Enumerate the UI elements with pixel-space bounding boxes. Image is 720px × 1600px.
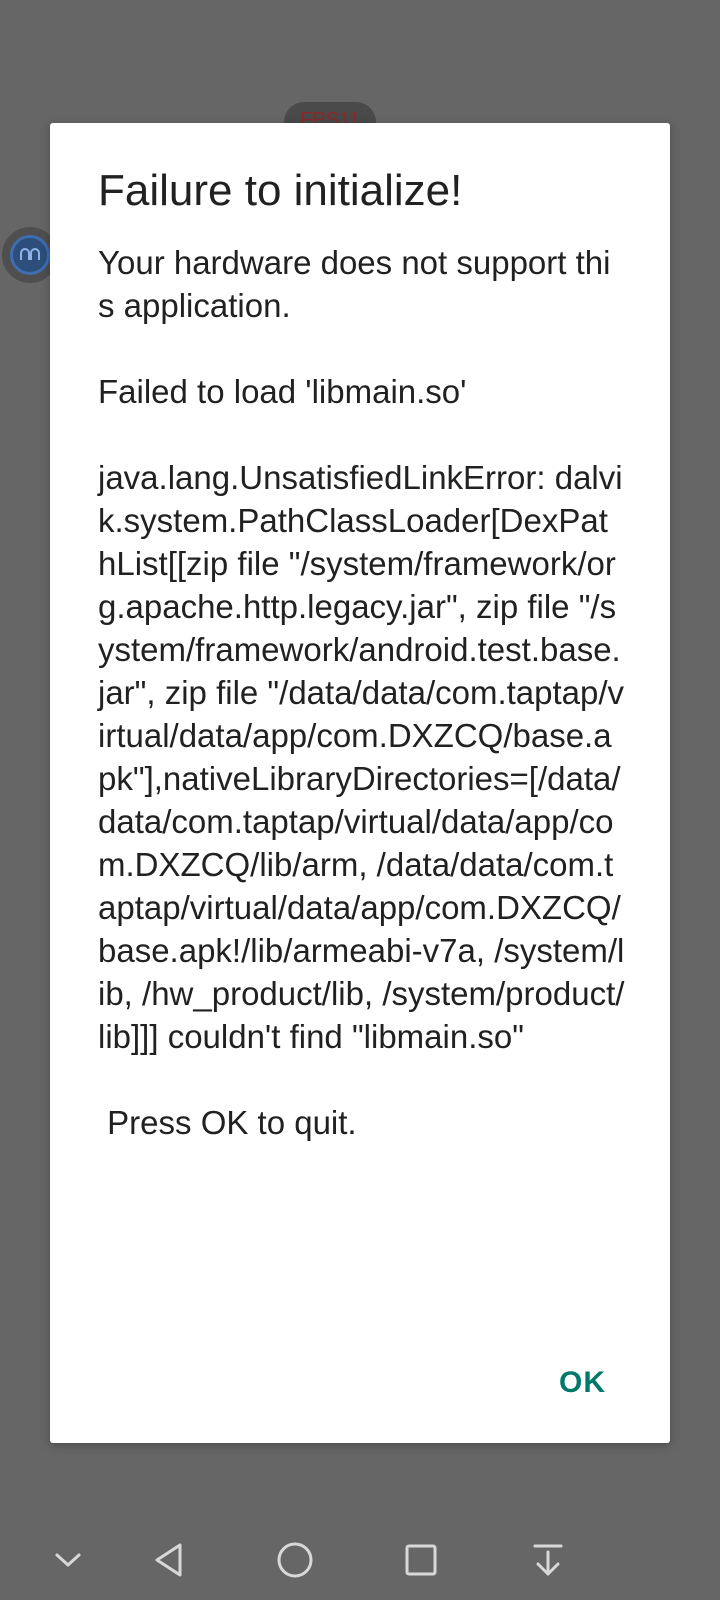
back-icon[interactable] — [150, 1540, 190, 1580]
dialog-message: Your hardware does not support this appl… — [98, 244, 625, 1141]
system-nav-bar — [0, 1520, 720, 1600]
error-dialog: Failure to initialize! Your hardware doe… — [50, 123, 670, 1443]
gamepad-icon — [10, 235, 50, 275]
dialog-title: Failure to initialize! — [98, 166, 463, 215]
recents-icon[interactable] — [401, 1540, 441, 1580]
chevron-down-icon[interactable] — [48, 1540, 88, 1580]
home-icon[interactable] — [275, 1540, 315, 1580]
ok-button[interactable]: OK — [553, 1358, 612, 1408]
notification-pulldown-icon[interactable] — [528, 1540, 568, 1580]
